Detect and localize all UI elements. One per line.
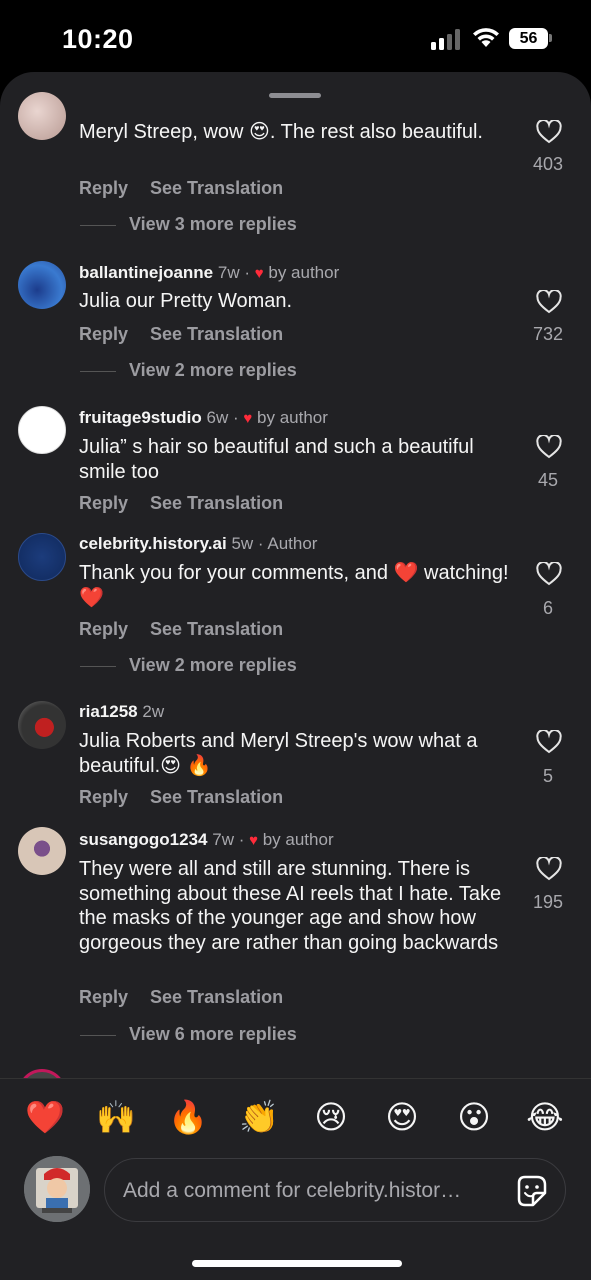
view-more-replies[interactable]: View 2 more replies bbox=[80, 360, 297, 381]
username[interactable]: celebrity.history.ai bbox=[79, 534, 227, 553]
battery-level: 56 bbox=[509, 28, 548, 49]
avatar[interactable] bbox=[18, 92, 66, 140]
reply-button[interactable]: Reply bbox=[79, 619, 128, 639]
see-translation-button[interactable]: See Translation bbox=[150, 493, 283, 513]
author-like-tag: by author bbox=[257, 408, 328, 427]
emoji-laughing[interactable]: 😂 bbox=[525, 1098, 565, 1136]
username[interactable]: ria1258 bbox=[79, 702, 138, 721]
comment-age: 7w bbox=[217, 263, 240, 282]
see-translation-button[interactable]: See Translation bbox=[150, 178, 283, 198]
view-more-replies[interactable]: View 2 more replies bbox=[80, 655, 297, 676]
emoji-raised-hands[interactable]: 🙌 bbox=[96, 1098, 136, 1136]
avatar-illustration-icon bbox=[24, 1156, 90, 1222]
comment-actions: Reply See Translation bbox=[79, 178, 305, 199]
like-count: 6 bbox=[542, 598, 553, 618]
reply-button[interactable]: Reply bbox=[79, 493, 128, 513]
heart-icon: ♥ bbox=[254, 265, 264, 282]
comment-text: They were all and still are stunning. Th… bbox=[79, 858, 502, 954]
username[interactable]: fruitage9studio bbox=[79, 408, 202, 427]
emoji-crying[interactable]: 😢 bbox=[311, 1098, 351, 1136]
author-like-tag: by author bbox=[262, 830, 334, 849]
battery-icon bbox=[549, 34, 552, 42]
comment-text: Julia our Pretty Woman. bbox=[79, 290, 293, 312]
wifi-icon bbox=[473, 28, 499, 47]
see-translation-button[interactable]: See Translation bbox=[150, 787, 283, 807]
comment-text: Julia” s hair so beautiful and such a be… bbox=[79, 436, 474, 483]
like-count: 5 bbox=[542, 766, 553, 786]
avatar[interactable] bbox=[18, 701, 66, 749]
cellular-signal-icon bbox=[431, 28, 463, 50]
avatar[interactable] bbox=[18, 406, 66, 454]
avatar[interactable] bbox=[18, 1069, 66, 1078]
emoji-heart[interactable]: ❤️ bbox=[25, 1098, 65, 1136]
like-count: 45 bbox=[537, 470, 559, 490]
status-time: 10:20 bbox=[62, 24, 134, 54]
comment-text: Meryl Streep, wow 😍. The rest also beaut… bbox=[79, 121, 483, 143]
like-count: 403 bbox=[532, 154, 564, 174]
sticker-icon[interactable] bbox=[513, 1173, 549, 1209]
reply-button[interactable]: Reply bbox=[79, 787, 128, 807]
comment-actions: Reply See Translation bbox=[79, 324, 305, 345]
comment-actions: Reply See Translation bbox=[79, 619, 305, 640]
emoji-fire[interactable]: 🔥 bbox=[168, 1098, 208, 1136]
comment-age: 2w bbox=[142, 702, 165, 721]
avatar[interactable] bbox=[18, 261, 66, 309]
like-count: 195 bbox=[532, 892, 564, 912]
like-count: 732 bbox=[532, 324, 564, 344]
heart-outline-icon[interactable] bbox=[536, 435, 562, 459]
comments-sheet: Meryl Streep, wow 😍. The rest also beaut… bbox=[0, 72, 591, 1280]
comment-header: fruitage9studio 6w · ♥ by author bbox=[79, 408, 328, 427]
username[interactable]: ballantinejoanne bbox=[79, 263, 213, 282]
comment-age: 6w bbox=[206, 408, 229, 427]
heart-icon: ♥ bbox=[243, 410, 253, 427]
comment-input-placeholder: Add a comment for celebrity.histor… bbox=[123, 1179, 462, 1202]
comment-header: ballantinejoanne 7w · ♥ by author bbox=[79, 263, 340, 282]
comment-actions: Reply See Translation bbox=[79, 987, 305, 1008]
current-user-avatar bbox=[24, 1156, 90, 1222]
author-like-tag: by author bbox=[268, 263, 340, 282]
see-translation-button[interactable]: See Translation bbox=[150, 619, 283, 639]
heart-outline-icon[interactable] bbox=[536, 857, 562, 881]
see-translation-button[interactable]: See Translation bbox=[150, 987, 283, 1007]
view-more-replies[interactable]: View 6 more replies bbox=[80, 1024, 297, 1045]
emoji-clapping[interactable]: 👏 bbox=[239, 1098, 279, 1136]
comment-age: 5w bbox=[231, 534, 254, 553]
heart-icon: ♥ bbox=[249, 832, 258, 849]
quick-reaction-bar: ❤️ 🙌 🔥 👏 😢 😍 😮 😂 bbox=[0, 1078, 591, 1150]
reply-button[interactable]: Reply bbox=[79, 987, 128, 1007]
reply-button[interactable]: Reply bbox=[79, 324, 128, 344]
username[interactable]: susangogo1234 bbox=[79, 830, 208, 849]
comment-text: Thank you for your comments, and ❤️ watc… bbox=[79, 562, 509, 609]
heart-outline-icon[interactable] bbox=[536, 120, 562, 144]
heart-outline-icon[interactable] bbox=[536, 290, 562, 314]
reply-button[interactable]: Reply bbox=[79, 178, 128, 198]
comment-text: Julia Roberts and Meryl Streep's wow wha… bbox=[79, 730, 478, 777]
comment-header: susangogo1234 7w · ♥ by author bbox=[79, 830, 334, 849]
heart-outline-icon[interactable] bbox=[536, 562, 562, 586]
comment-input[interactable]: Add a comment for celebrity.histor… bbox=[104, 1158, 566, 1222]
comment-header: ria1258 2w bbox=[79, 702, 164, 722]
emoji-surprised[interactable]: 😮 bbox=[454, 1098, 494, 1136]
home-indicator[interactable] bbox=[192, 1260, 402, 1267]
avatar[interactable] bbox=[18, 827, 66, 875]
comment-actions: Reply See Translation bbox=[79, 787, 305, 808]
see-translation-button[interactable]: See Translation bbox=[150, 324, 283, 344]
status-bar: 10:20 56 bbox=[0, 0, 591, 72]
author-tag: Author bbox=[267, 534, 318, 553]
emoji-heart-eyes[interactable]: 😍 bbox=[382, 1098, 422, 1136]
comments-list[interactable]: Meryl Streep, wow 😍. The rest also beaut… bbox=[0, 72, 591, 1078]
comment-age: 7w bbox=[212, 830, 234, 849]
avatar[interactable] bbox=[18, 533, 66, 581]
comment-actions: Reply See Translation bbox=[79, 493, 305, 514]
comment-header: celebrity.history.ai 5w · Author bbox=[79, 534, 318, 553]
heart-outline-icon[interactable] bbox=[536, 730, 562, 754]
view-more-replies[interactable]: View 3 more replies bbox=[80, 214, 297, 235]
